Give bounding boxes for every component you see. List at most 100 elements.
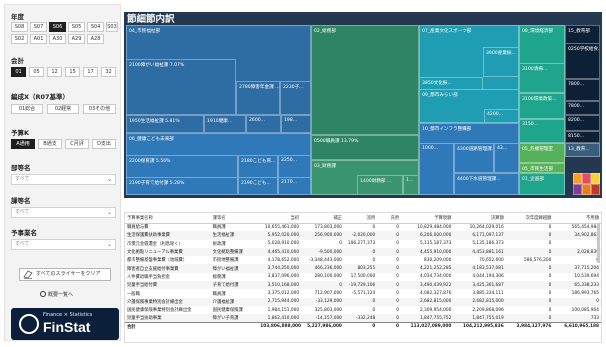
treemap-small-tile[interactable] [582, 184, 591, 195]
account-chip-17[interactable]: 17 [83, 67, 98, 77]
year-chip-s05[interactable]: S05 [68, 22, 85, 32]
clear-all-slicers-button[interactable]: すべてのスライサーをクリア [19, 268, 111, 281]
treemap-tile[interactable]: 02_総務部 [311, 25, 419, 135]
treemap-tile[interactable]: 01_企画部 [519, 173, 565, 195]
treemap-tile[interactable]: 198... [281, 115, 311, 133]
treemap-tile[interactable]: 1400財務部 ... [357, 175, 403, 195]
column-header[interactable]: 予算事業名称 [125, 213, 211, 224]
year-chip-s06[interactable]: S06 [49, 22, 66, 32]
column-header[interactable]: 充用 [377, 213, 402, 224]
year-chip-s02[interactable]: S02 [11, 34, 28, 44]
year-chip-s03[interactable]: S03 [106, 22, 118, 32]
table-total-row: 合計 103,806,888,000 5,227,986,000 0 0 113,027,… [125, 322, 601, 331]
column-header[interactable]: 当初 [258, 213, 302, 224]
section-dropdown[interactable]: すべて ⌄ [11, 207, 116, 218]
table-cell: 職員課 [212, 225, 226, 231]
treemap-tile[interactable]: 0500職員課 13.79% [311, 135, 419, 160]
column-header[interactable]: 次年度繰越額 [505, 213, 554, 224]
year-chip-a29[interactable]: A29 [68, 34, 85, 44]
treemap-tile[interactable]: 2170... [278, 177, 311, 195]
treemap-small-tile[interactable] [573, 184, 582, 195]
treemap-tile-label: 198... [284, 118, 298, 123]
account-chip-32[interactable]: 32 [101, 67, 116, 77]
table-row[interactable]: 児童手当給付費 子育て給付課 3,510,168,000 0 -19,729,106 0 3… [125, 281, 601, 290]
treemap-tile[interactable]: 2230子... [280, 81, 311, 115]
dept-dropdown[interactable]: すべて ⌄ [11, 174, 116, 185]
account-chip-15[interactable]: 15 [65, 67, 80, 77]
treemap-tile[interactable]: 3100環境政策... [519, 93, 565, 119]
treemap-tile[interactable]: 4400下水道管理課... [454, 173, 519, 195]
table-row[interactable]: 国民健康保険事業特別会計繰出金 国民健康保険課 1,984,151,000 325,8… [125, 306, 601, 314]
account-chip-05[interactable]: 05 [29, 67, 44, 77]
treemap-tile[interactable]: 2190子育て給付課 5.28% [126, 177, 238, 195]
treemap-tile[interactable]: 05_市民生活部 [519, 163, 565, 173]
column-header[interactable]: 課等名 [210, 213, 259, 224]
treemap-tile[interactable]: 3100清掃... [519, 63, 565, 93]
treemap-tile[interactable]: 2190こども... [238, 177, 278, 195]
treemap-tile[interactable]: 4200... [484, 109, 519, 123]
table-row[interactable]: 文化拠點リニューアル事業費 文化拠點整備課 4,465,410,000 -9,500,… [125, 247, 601, 257]
treemap-panel: 節細節内訳 04_市民福祉部 2100障がい福祉課 7.07% 2780障害年金課 … [124, 12, 602, 198]
table-cell: 10,539,694 [574, 274, 599, 280]
treemap-tile[interactable]: 0250学校給食... [565, 43, 600, 79]
back-to-overview-link[interactable]: 概要一覧へ [40, 291, 73, 298]
treemap-tile[interactable]: 1000... [419, 143, 454, 195]
treemap-tile-label: 8200... [568, 118, 585, 123]
column-header[interactable]: 不用額 [553, 213, 601, 224]
treemap-tile[interactable]: 2100障がい福祉課 7.07% [126, 59, 236, 115]
year-chip-s04[interactable]: S04 [87, 22, 104, 32]
table-row[interactable]: 一般職 職員課 3,375,012,000 712,907,000 -5,571,124… [125, 289, 601, 297]
table-row[interactable]: 生活保護費扶助事業費 生活福祉課 5,952,020,000 256,900,000-… [125, 231, 601, 240]
treemap-tile[interactable]: 4300道路管理課... [454, 143, 494, 173]
budget-type-chip-03[interactable]: 03その他 [83, 104, 116, 114]
budget-k-chip-b[interactable]: B通支 [38, 139, 62, 149]
table-cell: 4,455,910,000 [401, 247, 454, 257]
table-row[interactable]: 市債元金償還金（利息除く） 財政課 5,028,910,000 0 106,277,37… [125, 240, 601, 248]
column-header[interactable]: 予算現額 [401, 213, 454, 224]
treemap-small-tile[interactable] [582, 173, 591, 184]
treemap-tile[interactable]: 8150... [565, 131, 600, 143]
treemap-tile[interactable]: 13_教育... [565, 143, 600, 157]
treemap-tile[interactable]: 8200... [565, 115, 600, 131]
column-header[interactable]: 決算額 [453, 213, 506, 224]
budget-k-chip-a[interactable]: A通用 [11, 139, 35, 149]
treemap-tile[interactable]: 1910健康... [204, 115, 246, 133]
treemap-small-tile[interactable] [591, 173, 600, 184]
year-chip-s07[interactable]: S07 [30, 22, 47, 32]
year-chip-a01[interactable]: A01 [30, 34, 47, 44]
year-chip-a28[interactable]: A28 [87, 34, 104, 44]
treemap-tile[interactable]: 05_危機管理室 [519, 143, 565, 163]
table-row[interactable]: 介護保険事業特別会計繰出金 介護福祉課 2,715,944,000 -33,129,0… [125, 297, 601, 306]
budget-k-chip-c[interactable]: C月評 [65, 139, 89, 149]
treemap-small-tile[interactable] [591, 184, 600, 195]
column-header[interactable]: 補正 [301, 213, 344, 224]
table-row[interactable]: 都市整備基盤事業費（地域費） 市街地整備課 4,178,652,000 -3,348,… [125, 256, 601, 264]
treemap-tile[interactable]: 7800... [565, 101, 600, 115]
treemap-small-tile[interactable] [573, 173, 582, 184]
table-row[interactable]: 児童手当扶助事業 障がい子育課 1,862,410,000 -14,157,000 -3… [125, 314, 601, 323]
column-header[interactable]: 流用 [343, 213, 378, 224]
treemap-tile[interactable]: 2780障害年金課 ... [236, 81, 280, 115]
treemap-tile-label: 0250学校給食... [568, 47, 600, 52]
treemap-tile[interactable]: 1950生活福祉課 5.81% [126, 115, 204, 133]
treemap-tile[interactable]: 2600... [246, 115, 281, 133]
table-cell: 一般職 [127, 291, 140, 297]
year-chip-s08[interactable]: S08 [11, 22, 28, 32]
account-chip-12[interactable]: 12 [47, 67, 62, 77]
treemap-tile[interactable]: 7800... [565, 79, 600, 101]
vertical-scrollbar[interactable] [597, 223, 600, 263]
table-row[interactable]: 人件費退職手当負担金 総務課 3,837,096,000 280,100,000 17,… [125, 273, 601, 281]
year-chip-a30[interactable]: A30 [49, 34, 66, 44]
project-dropdown[interactable]: すべて ⌄ [11, 239, 116, 250]
account-chip-01[interactable]: 01 [11, 67, 26, 77]
table-row[interactable]: 職員給与費 職員課 10,655,461,000 173,803,000 0 0 10,82… [125, 223, 601, 231]
treemap-tile[interactable]: 3150... [519, 119, 565, 143]
budget-k-chip-d[interactable]: D支出 [92, 139, 116, 149]
treemap-tile[interactable]: 43... [494, 143, 519, 173]
treemap-tile[interactable]: 1... [403, 175, 419, 195]
budget-type-chip-02[interactable]: 02経常 [47, 104, 79, 114]
treemap-tile-label: 03_財務課 [314, 164, 336, 169]
treemap-tile[interactable]: 3900産業振... [483, 47, 519, 77]
budget-type-chip-01[interactable]: 01総合 [11, 104, 43, 114]
table-row[interactable]: 障害者自立支援給付事業費 障がい福祉課 3,744,250,000 466,236,0… [125, 264, 601, 273]
